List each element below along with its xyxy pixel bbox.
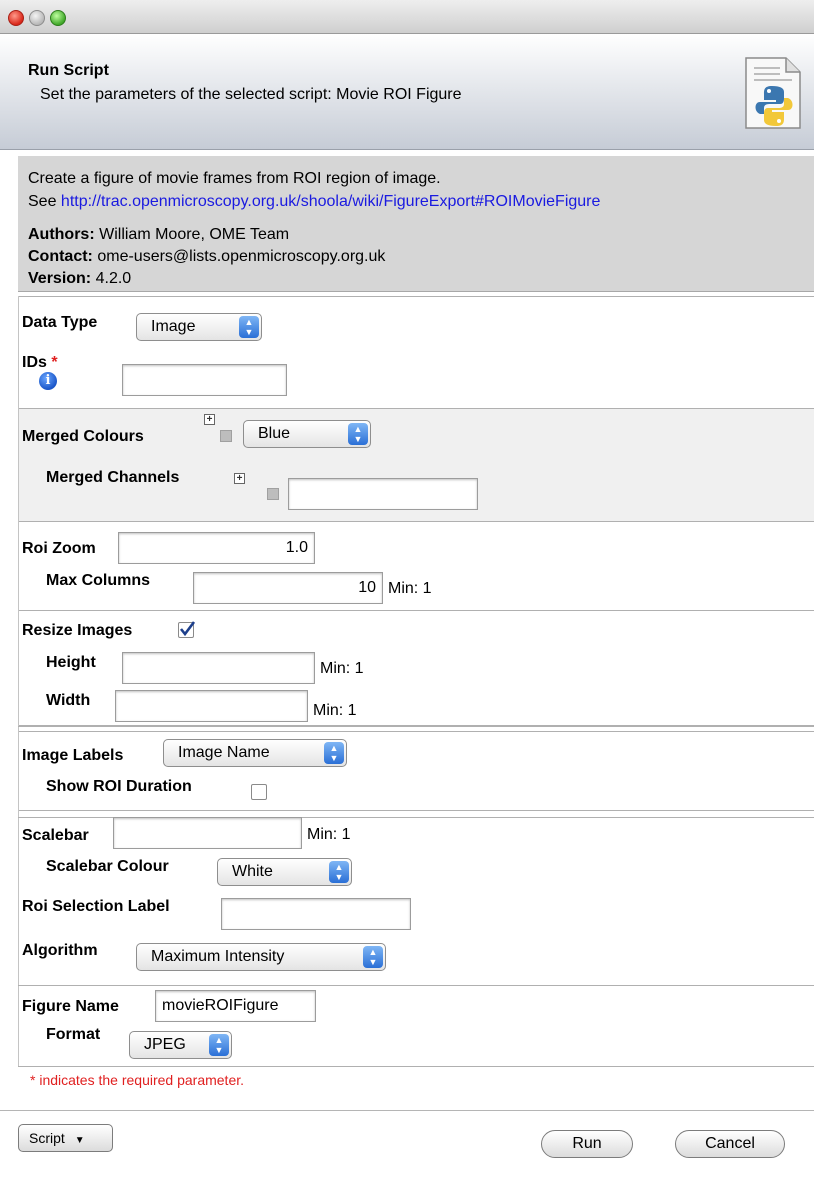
chevron-updown-icon: ▲ ▼ [209, 1034, 229, 1056]
max-columns-min: Min: 1 [388, 580, 432, 597]
format-value: JPEG [144, 1036, 186, 1053]
chevron-updown-icon: ▲ ▼ [324, 742, 344, 764]
divider [18, 810, 814, 811]
width-min: Min: 1 [313, 702, 357, 719]
divider [18, 296, 814, 297]
script-menu-button[interactable]: Script ▼ [18, 1124, 113, 1152]
roi-zoom-input[interactable]: 1.0 [118, 532, 315, 564]
divider [18, 985, 814, 986]
merged-colours-select[interactable]: Blue ▲ ▼ [243, 420, 371, 448]
version-label: Version: [28, 270, 92, 287]
footer-divider [0, 1110, 814, 1111]
scalebar-colour-select[interactable]: White ▲ ▼ [217, 858, 352, 886]
figure-name-label: Figure Name [22, 998, 119, 1015]
resize-images-label: Resize Images [22, 622, 133, 639]
chevron-updown-icon: ▲ ▼ [348, 423, 368, 445]
collapse-icon[interactable] [220, 430, 232, 442]
format-select[interactable]: JPEG ▲ ▼ [129, 1031, 232, 1059]
close-icon[interactable] [8, 10, 24, 26]
documentation-link[interactable]: http://trac.openmicroscopy.org.uk/shoola… [61, 193, 600, 210]
script-menu-label: Script [29, 1130, 65, 1146]
max-columns-input[interactable]: 10 [193, 572, 383, 604]
contact-row: Contact: ome-users@lists.openmicroscopy.… [28, 248, 385, 266]
required-parameter-note: * indicates the required parameter. [30, 1072, 245, 1088]
roi-zoom-label: Roi Zoom [22, 540, 96, 557]
format-label: Format [46, 1026, 101, 1043]
chevron-down-icon: ▼ [74, 1135, 85, 1146]
version-row: Version: 4.2.0 [28, 270, 131, 288]
python-script-file-icon [745, 57, 801, 129]
run-button[interactable]: Run [541, 1130, 633, 1158]
scalebar-input[interactable] [113, 817, 302, 849]
contact-value: ome-users@lists.openmicroscopy.org.uk [97, 248, 386, 265]
scalebar-colour-value: White [232, 863, 273, 880]
algorithm-label: Algorithm [22, 942, 98, 959]
ids-input[interactable] [122, 364, 287, 396]
width-input[interactable] [115, 690, 308, 722]
page-subtitle: Set the parameters of the selected scrip… [40, 86, 462, 103]
divider [18, 610, 814, 611]
page-title: Run Script [28, 62, 109, 79]
window-title-bar [0, 0, 814, 34]
cancel-button[interactable]: Cancel [675, 1130, 785, 1158]
algorithm-select[interactable]: Maximum Intensity ▲ ▼ [136, 943, 386, 971]
divider [18, 1066, 814, 1067]
script-description: Create a figure of movie frames from ROI… [28, 170, 441, 187]
data-type-label: Data Type [22, 314, 98, 331]
collapse-icon[interactable] [267, 488, 279, 500]
required-mark: * [51, 354, 58, 371]
scalebar-colour-label: Scalebar Colour [46, 858, 169, 875]
roi-selection-label-input[interactable] [221, 898, 411, 930]
algorithm-value: Maximum Intensity [151, 948, 285, 965]
ids-label: IDs * [22, 354, 58, 371]
scalebar-label: Scalebar [22, 827, 89, 844]
see-link-row: See http://trac.openmicroscopy.org.uk/sh… [28, 193, 600, 211]
image-labels-label: Image Labels [22, 747, 124, 764]
max-columns-label: Max Columns [46, 572, 151, 589]
divider [18, 731, 814, 732]
scalebar-min: Min: 1 [307, 826, 351, 843]
merged-colours-value: Blue [258, 425, 291, 442]
height-input[interactable] [122, 652, 315, 684]
checkmark-icon [179, 621, 196, 637]
see-prefix: See [28, 193, 61, 210]
chevron-updown-icon: ▲ ▼ [329, 861, 349, 883]
chevron-updown-icon: ▲ ▼ [363, 946, 383, 968]
width-label: Width [46, 692, 91, 709]
authors-row: Authors: William Moore, OME Team [28, 226, 289, 244]
resize-images-checkbox[interactable] [178, 621, 196, 638]
data-type-value: Image [151, 318, 196, 335]
form-left-border [18, 296, 19, 1066]
divider [18, 521, 814, 522]
authors-value: William Moore, OME Team [99, 226, 290, 243]
roi-selection-label-label: Roi Selection Label [22, 898, 170, 915]
image-labels-select[interactable]: Image Name ▲ ▼ [163, 739, 347, 767]
height-label: Height [46, 654, 96, 671]
merged-channels-label: Merged Channels [46, 469, 180, 486]
image-labels-value: Image Name [178, 744, 270, 761]
expand-icon[interactable]: + [234, 473, 245, 484]
divider [18, 726, 814, 727]
height-min: Min: 1 [320, 660, 364, 677]
minimize-icon[interactable] [29, 10, 45, 26]
expand-icon[interactable]: + [204, 414, 215, 425]
show-roi-duration-label: Show ROI Duration [46, 778, 192, 795]
version-value: 4.2.0 [95, 270, 132, 287]
data-type-select[interactable]: Image ▲ ▼ [136, 313, 262, 341]
authors-label: Authors: [28, 226, 95, 243]
merged-colours-label: Merged Colours [22, 428, 144, 445]
info-icon[interactable]: i [39, 372, 57, 390]
contact-label: Contact: [28, 248, 93, 265]
show-roi-duration-checkbox[interactable] [251, 784, 267, 800]
merged-channels-input[interactable] [288, 478, 478, 510]
chevron-updown-icon: ▲ ▼ [239, 316, 259, 338]
figure-name-input[interactable]: movieROIFigure [155, 990, 316, 1022]
maximize-icon[interactable] [50, 10, 66, 26]
